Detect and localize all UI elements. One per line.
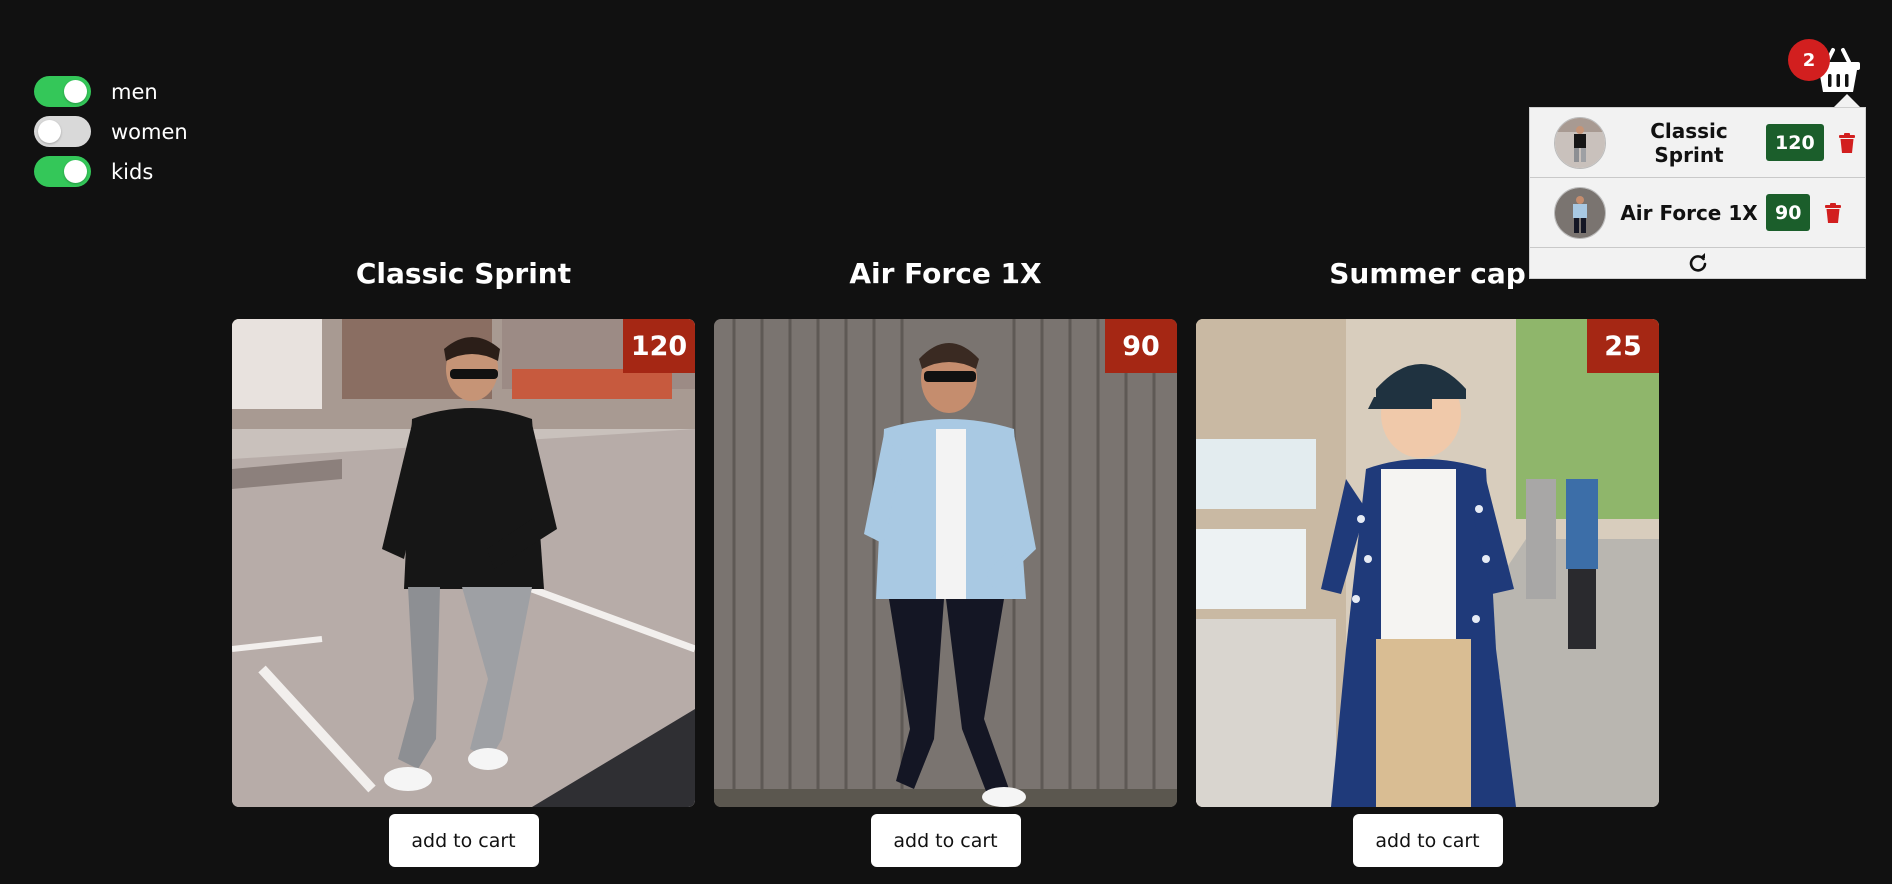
product-image: 120 [232,319,695,807]
cart-item: Air Force 1X 90 [1530,178,1865,248]
filter-label-women: women [111,119,188,144]
toggle-switch-women[interactable] [34,116,91,147]
cart-dropdown-caret [1833,94,1861,108]
price-badge: 90 [1105,319,1177,373]
product-card: Classic Sprint 120 add to cart [232,252,695,867]
cart-count-badge: 2 [1788,39,1830,81]
cart-item-price: 120 [1766,124,1824,161]
product-photo-street-man [232,319,695,807]
delete-item-button[interactable] [1825,202,1842,223]
thumb-street-man [1555,117,1605,168]
filter-men[interactable]: men [34,76,188,107]
product-card: Summer cap 25 add to cart [1196,252,1659,867]
product-image: 25 [1196,319,1659,807]
product-card: Air Force 1X 90 add to cart [714,252,1177,867]
toggle-knob [38,120,61,143]
filter-kids[interactable]: kids [34,156,188,187]
cart-item-thumbnail [1554,186,1606,239]
product-title: Classic Sprint [355,257,572,290]
product-photo-denim-man [714,319,1177,807]
product-image: 90 [714,319,1177,807]
toggle-knob [64,160,87,183]
add-to-cart-button[interactable]: add to cart [870,814,1021,867]
delete-item-button[interactable] [1838,132,1855,153]
cart-item-thumbnail [1554,116,1606,169]
product-title: Summer cap [1329,257,1526,290]
cart-item-name: Air Force 1X [1620,200,1758,225]
toggle-switch-kids[interactable] [34,156,91,187]
add-to-cart-button[interactable]: add to cart [388,814,539,867]
price-badge: 120 [623,319,695,373]
category-filters: men women kids [34,76,188,196]
toggle-knob [64,80,87,103]
product-title: Air Force 1X [849,257,1042,290]
cart-item-price: 90 [1766,194,1811,231]
filter-label-men: men [111,79,158,104]
product-grid: Classic Sprint 120 add to cart Air Force… [232,252,1659,867]
trash-icon [1825,202,1842,223]
shop-page: men women kids Classic Sprint 120 add to… [0,0,1892,884]
add-to-cart-button[interactable]: add to cart [1352,814,1503,867]
price-badge: 25 [1587,319,1659,373]
toggle-switch-men[interactable] [34,76,91,107]
cart-item: Classic Sprint 120 [1530,108,1865,178]
product-photo-kid-cap [1196,319,1659,807]
thumb-denim-man [1555,187,1605,238]
trash-icon [1838,132,1855,153]
filter-women[interactable]: women [34,116,188,147]
cart-item-name: Classic Sprint [1650,118,1728,167]
cart-dropdown: Classic Sprint 120 Air Force 1X 90 [1529,107,1866,279]
filter-label-kids: kids [111,159,154,184]
refresh-cart-button[interactable] [1530,248,1865,278]
refresh-icon [1689,253,1706,272]
